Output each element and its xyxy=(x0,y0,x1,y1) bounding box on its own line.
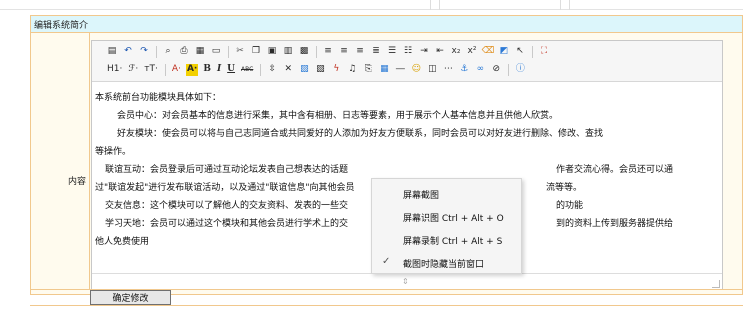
editor-toolbar: ▤ ↶ ↷ ⌕ ⎙ ▦ ▭ ✂ ❐ ▣ ▥ ▩ ≡ ≡ ≡ ≣ ☰ ☷ ⇥ ⇤ x₂ x² ⌫ ◩ ↖ ⛶ H1· ℱ· тT· A· A… xyxy=(92,41,722,82)
superscript-icon[interactable]: x² xyxy=(466,46,478,58)
panel-header: 编辑系统简介 xyxy=(31,16,742,33)
unlink-icon[interactable]: ⊘ xyxy=(490,64,502,76)
cursor-icon[interactable]: ↖ xyxy=(514,46,526,58)
toolbar-separator xyxy=(316,45,317,58)
anchor-icon[interactable]: ⚓ xyxy=(458,64,470,76)
toolbar-separator xyxy=(228,45,229,58)
flash-icon[interactable]: ϟ xyxy=(330,64,342,76)
menu-item-hide-window[interactable]: ✓ 截图时隐藏当前窗口 xyxy=(372,252,521,274)
background-color-menu[interactable]: A· xyxy=(185,63,199,76)
outdent-icon[interactable]: ⇤ xyxy=(434,46,446,58)
ordered-list-icon[interactable]: ☰ xyxy=(386,46,398,58)
align-center-icon[interactable]: ≡ xyxy=(338,46,350,58)
menu-item-screenshot[interactable]: 屏幕截图 xyxy=(372,183,521,205)
toolbar-separator xyxy=(532,45,533,58)
undo-icon[interactable]: ↶ xyxy=(122,46,134,58)
content-label: 内容 xyxy=(67,177,86,187)
italic-button[interactable]: I xyxy=(216,64,222,76)
source-icon[interactable]: ▤ xyxy=(106,46,118,58)
content-line-part: 交友信息：这个模块可以了解他人的交友资料、发表的一些交 xyxy=(105,201,349,211)
content-line: 等操作。 xyxy=(95,147,132,157)
toolbar-separator xyxy=(260,63,262,76)
media-icon[interactable]: ♫ xyxy=(346,64,358,76)
font-size-menu[interactable]: тT· xyxy=(143,64,159,76)
resize-handle-icon[interactable] xyxy=(712,280,720,288)
toolbar-row-1: ▤ ↶ ↷ ⌕ ⎙ ▦ ▭ ✂ ❐ ▣ ▥ ▩ ≡ ≡ ≡ ≣ ☰ ☷ ⇥ ⇤ x₂ x² ⌫ ◩ ↖ ⛶ xyxy=(106,44,554,59)
editor-statusbar: ⇕ xyxy=(92,273,722,289)
content-line-part: 流等等。 xyxy=(546,183,583,193)
top-grip xyxy=(430,0,440,10)
indent-icon[interactable]: ⇥ xyxy=(418,46,430,58)
drag-handle-icon[interactable]: ⇕ xyxy=(402,277,409,286)
menu-item-label: 屏幕识图 Ctrl + Alt + O xyxy=(403,213,504,224)
content-line: 好友模块：使会员可以将与自己志同道合或共同爱好的人添加为好友方便联系，同时会员可… xyxy=(117,129,604,139)
link-icon[interactable]: ∞ xyxy=(474,64,486,76)
font-family-menu[interactable]: ℱ· xyxy=(127,64,139,76)
content-line-part: 联谊互动：会员登录后可通过互动论坛发表自己想表达的话题 xyxy=(105,165,349,175)
strikethrough-button[interactable]: ABC xyxy=(240,64,254,76)
emoticon-icon[interactable]: ☺ xyxy=(410,64,422,76)
unordered-list-icon[interactable]: ☷ xyxy=(402,46,414,58)
content-line-part: 的功能 xyxy=(556,201,584,211)
menu-item-label: 屏幕截图 xyxy=(403,190,440,201)
paste-text-icon[interactable]: ▥ xyxy=(282,46,294,58)
check-icon: ✓ xyxy=(382,256,391,267)
menu-item-label: 截图时隐藏当前窗口 xyxy=(403,259,485,270)
horizontal-rule-icon[interactable]: ― xyxy=(394,64,406,76)
content-line-part: 学习天地：会员可以通过这个模块和其他会员进行学术上的交 xyxy=(105,219,349,229)
menu-item-screen-record[interactable]: 屏幕录制 Ctrl + Alt + S xyxy=(372,229,521,251)
menu-item-screen-ocr[interactable]: 屏幕识图 Ctrl + Alt + O xyxy=(372,206,521,228)
copy-icon[interactable]: ❐ xyxy=(250,46,262,58)
content-line: 会员中心：对会员基本的信息进行采集，其中含有相册、日志等要素，用于展示个人基本信… xyxy=(117,111,559,121)
content-line-part: 过"联谊发起"进行发布联谊活动，以及通过"联谊信息"向其他会员 xyxy=(95,183,355,193)
content-line-part: 到的资料上传到服务器提供给 xyxy=(556,219,674,229)
print-icon[interactable]: ⎙ xyxy=(178,46,190,58)
content-line: 本系统前台功能模块具体如下： xyxy=(95,93,222,103)
bold-button[interactable]: B xyxy=(202,64,212,76)
paste-word-icon[interactable]: ▩ xyxy=(298,46,310,58)
line-height-icon[interactable]: ⇳ xyxy=(266,64,278,76)
paste-icon[interactable]: ▣ xyxy=(266,46,278,58)
justify-icon[interactable]: ≣ xyxy=(370,46,382,58)
align-right-icon[interactable]: ≡ xyxy=(354,46,366,58)
find-icon[interactable]: ⌕ xyxy=(162,46,174,58)
template-icon[interactable]: ▦ xyxy=(194,46,206,58)
font-color-menu[interactable]: A· xyxy=(171,64,182,76)
subscript-icon[interactable]: x₂ xyxy=(450,46,462,58)
underline-button[interactable]: U xyxy=(226,64,236,76)
image-icon[interactable]: ▨ xyxy=(298,64,310,76)
align-left-icon[interactable]: ≡ xyxy=(322,46,334,58)
cut-icon[interactable]: ✂ xyxy=(234,46,246,58)
submit-button[interactable]: 确定修改 xyxy=(90,290,171,305)
content-line: 联谊互动：会员登录后可通过互动论坛发表自己想表达的话题 作者交流心得。会员还可以通 xyxy=(95,161,719,179)
select-all-icon[interactable]: ◩ xyxy=(498,46,510,58)
fullscreen-icon[interactable]: ⛶ xyxy=(538,46,550,58)
page-break-icon[interactable]: ⋯ xyxy=(442,64,454,76)
about-icon[interactable]: ⓘ xyxy=(514,64,526,76)
menu-item-label: 屏幕录制 Ctrl + Alt + S xyxy=(403,236,503,247)
content-line-part: 作者交流心得。会员还可以通 xyxy=(556,165,674,175)
top-grip xyxy=(560,0,570,10)
insert-file-icon[interactable]: ⎘ xyxy=(362,64,374,76)
top-strip xyxy=(0,0,743,10)
toolbar-separator xyxy=(156,45,157,58)
multi-image-icon[interactable]: ▧ xyxy=(314,64,326,76)
redo-icon[interactable]: ↷ xyxy=(138,46,150,58)
context-menu: 屏幕截图 屏幕识图 Ctrl + Alt + O 屏幕录制 Ctrl + Alt… xyxy=(371,178,522,274)
content-label-cell: 内容 xyxy=(31,33,90,289)
map-icon[interactable]: ◫ xyxy=(426,64,438,76)
preview-icon[interactable]: ▭ xyxy=(210,46,222,58)
form-bottom-line xyxy=(30,305,743,306)
remove-format-icon[interactable]: ✕ xyxy=(282,64,294,76)
heading-menu[interactable]: H1· xyxy=(106,64,123,76)
table-icon[interactable]: ▦ xyxy=(378,64,390,76)
clear-format-icon[interactable]: ⌫ xyxy=(482,46,495,58)
toolbar-row-2: H1· ℱ· тT· A· A· B I U ABC ⇳ ✕ ▨ ▧ ϟ ♫ ⎘ ▦ ― ☺ ◫ ⋯ ⚓ ∞ ⊘ ⓘ xyxy=(106,62,530,77)
panel-title: 编辑系统简介 xyxy=(34,21,89,31)
toolbar-separator xyxy=(164,63,166,76)
toolbar-separator xyxy=(508,63,510,76)
